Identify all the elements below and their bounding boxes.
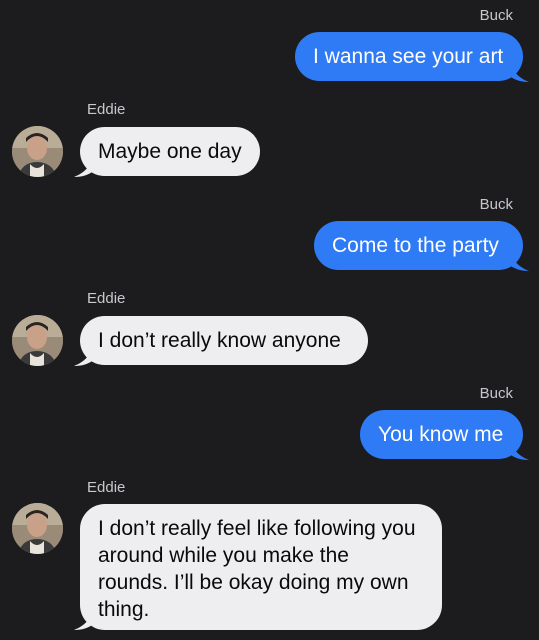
incoming-message-bubble[interactable]: Maybe one day	[80, 127, 260, 176]
avatar[interactable]	[12, 126, 63, 177]
incoming-message-bubble[interactable]: I don’t really know anyone	[80, 316, 368, 365]
bubble-tail	[511, 63, 529, 83]
avatar-image	[12, 503, 63, 554]
bubble-tail	[511, 441, 529, 461]
avatar-image	[12, 126, 63, 177]
outgoing-message-bubble[interactable]: I wanna see your art	[295, 32, 523, 81]
sender-name: Buck	[479, 385, 513, 402]
bubble-tail	[74, 158, 92, 178]
outgoing-message-bubble[interactable]: You know me	[360, 410, 523, 459]
message-thread: Buck I wanna see your art Eddie Maybe on…	[0, 0, 539, 640]
sender-name: Eddie	[87, 479, 126, 496]
avatar[interactable]	[12, 503, 63, 554]
sender-name: Buck	[479, 196, 513, 213]
bubble-tail	[74, 347, 92, 367]
outgoing-message-bubble[interactable]: Come to the party	[314, 221, 523, 270]
incoming-message-bubble[interactable]: I don’t really feel like following you a…	[80, 504, 442, 630]
bubble-tail	[511, 252, 529, 272]
avatar-image	[12, 315, 63, 366]
bubble-tail	[74, 611, 92, 631]
sender-name: Eddie	[87, 101, 126, 118]
sender-name: Buck	[479, 7, 513, 24]
sender-name: Eddie	[87, 290, 126, 307]
avatar[interactable]	[12, 315, 63, 366]
